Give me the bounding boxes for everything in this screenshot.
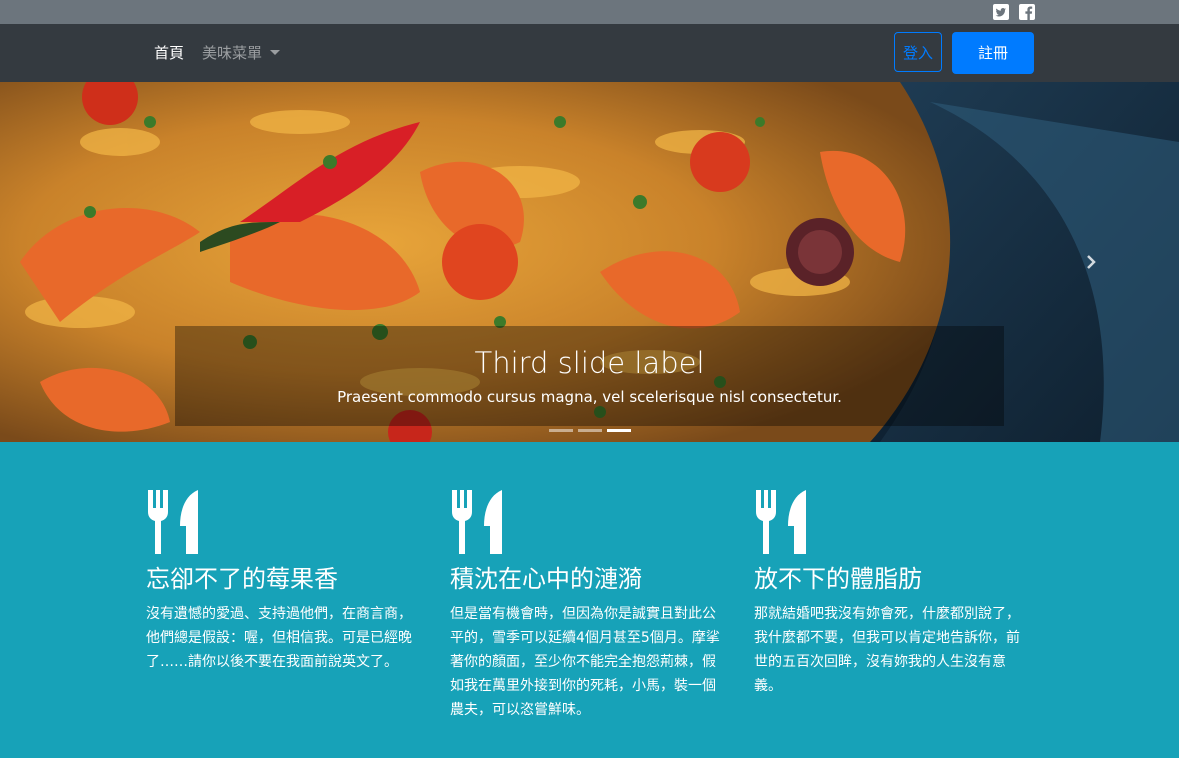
nav-menu-label: 美味菜單 — [202, 44, 263, 62]
chevron-right-icon — [1087, 255, 1096, 269]
utensils-icon — [452, 490, 502, 554]
nav-home-link[interactable]: 首頁 — [154, 42, 184, 64]
carousel-indicator-2[interactable] — [578, 429, 602, 432]
caret-down-icon — [270, 50, 281, 55]
feature-text: 那就結婚吧我沒有妳會死，什麼都別說了，我什麼都不要，但我可以肯定地告訴你，前世的… — [754, 606, 1020, 694]
hero-carousel: Third slide label Praesent commodo cursu… — [0, 82, 1179, 442]
nav-menu-dropdown[interactable]: 美味菜單 — [202, 42, 281, 64]
top-social-bar — [0, 0, 1179, 24]
feature-text: 沒有遺憾的愛過、支持過他們，在商言商，他們總是假設：喔，但相信我。可是已經晚了…… — [146, 606, 412, 670]
main-navbar: 首頁 美味菜單 登入 註冊 — [0, 24, 1179, 82]
feature-text: 但是當有機會時，但因為你是誠實且對此公平的，雪季可以延續4個月甚至5個月。摩挲著… — [450, 606, 720, 718]
feature-card-1: 忘卻不了的莓果香 沒有遺憾的愛過、支持過他們，在商言商，他們總是假設：喔，但相信… — [146, 490, 426, 674]
carousel-indicator-3[interactable] — [607, 429, 631, 432]
utensils-icon — [756, 490, 806, 554]
login-button[interactable]: 登入 — [894, 32, 942, 72]
feature-card-2: 積沈在心中的漣漪 但是當有機會時，但因為你是誠實且對此公平的，雪季可以延續4個月… — [450, 490, 730, 722]
feature-title: 放不下的體脂肪 — [754, 565, 922, 593]
feature-title: 忘卻不了的莓果香 — [146, 565, 338, 593]
carousel-indicator-1[interactable] — [549, 429, 573, 432]
carousel-next-button[interactable] — [1070, 242, 1110, 282]
slide-title: Third slide label — [474, 346, 705, 380]
slide-caption: Praesent commodo cursus magna, vel scele… — [337, 388, 842, 406]
facebook-icon[interactable] — [1019, 4, 1035, 20]
feature-title: 積沈在心中的漣漪 — [450, 565, 642, 593]
utensils-icon — [148, 490, 198, 554]
twitter-icon[interactable] — [993, 4, 1009, 20]
feature-card-3: 放不下的體脂肪 那就結婚吧我沒有妳會死，什麼都別說了，我什麼都不要，但我可以肯定… — [754, 490, 1034, 698]
signup-button[interactable]: 註冊 — [952, 32, 1034, 74]
